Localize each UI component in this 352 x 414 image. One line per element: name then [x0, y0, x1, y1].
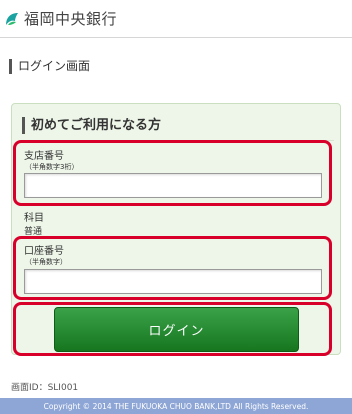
page-title: ログイン画面: [9, 59, 90, 74]
login-button[interactable]: ログイン: [54, 307, 299, 352]
subject-label: 科目: [24, 213, 44, 224]
branch-number-input[interactable]: [24, 173, 322, 198]
subject-value: 普通: [24, 227, 43, 237]
bank-logo-icon: [6, 12, 18, 25]
branch-number-hint: （半角数字3桁）: [25, 163, 79, 171]
bank-name: 福岡中央銀行: [24, 10, 118, 28]
screen-id: 画面ID：SLI001: [11, 383, 79, 393]
panel-title: 初めてご利用になる方: [22, 117, 161, 134]
account-number-label: 口座番号: [24, 246, 64, 257]
account-number-input[interactable]: [24, 269, 322, 294]
app-header: 福岡中央銀行: [0, 0, 352, 38]
copyright-footer: Copyright © 2014 THE FUKUOKA CHUO BANK,L…: [0, 398, 352, 414]
account-number-hint: （半角数字）: [25, 258, 67, 266]
branch-number-label: 支店番号: [24, 151, 64, 162]
